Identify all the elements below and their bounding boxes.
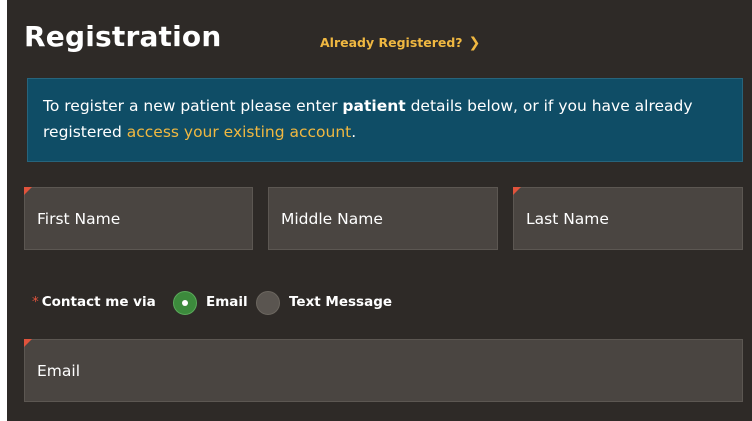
email-radio[interactable] [173,291,197,315]
info-bold-word: patient [342,97,406,115]
text-message-radio-label[interactable]: Text Message [289,294,392,310]
contact-label: * Contact me via [32,294,156,310]
email-radio-label[interactable]: Email [206,294,248,310]
already-registered-label: Already Registered? [320,35,463,50]
info-text-before: To register a new patient please enter [43,97,343,115]
first-name-placeholder: First Name [37,210,121,228]
required-marker-icon [513,187,521,195]
required-marker-icon [24,187,32,195]
middle-name-field[interactable]: Middle Name [268,187,498,250]
chevron-right-icon: ❯ [468,35,481,51]
middle-name-placeholder: Middle Name [281,210,383,228]
required-marker-icon [24,339,32,347]
info-text-end: . [351,123,357,141]
email-field[interactable]: Email [24,339,743,402]
first-name-field[interactable]: First Name [24,187,253,250]
text-message-radio[interactable] [256,291,280,315]
already-registered-link[interactable]: Already Registered? ❯ [320,35,480,51]
page-title: Registration [24,20,222,53]
last-name-placeholder: Last Name [526,210,609,228]
info-banner: To register a new patient please enter p… [27,78,743,162]
last-name-field[interactable]: Last Name [513,187,743,250]
required-asterisk: * [32,294,39,310]
existing-account-link[interactable]: access your existing account [127,123,351,141]
email-placeholder: Email [37,362,81,380]
registration-panel: Registration Already Registered? ❯ To reg… [7,0,752,421]
